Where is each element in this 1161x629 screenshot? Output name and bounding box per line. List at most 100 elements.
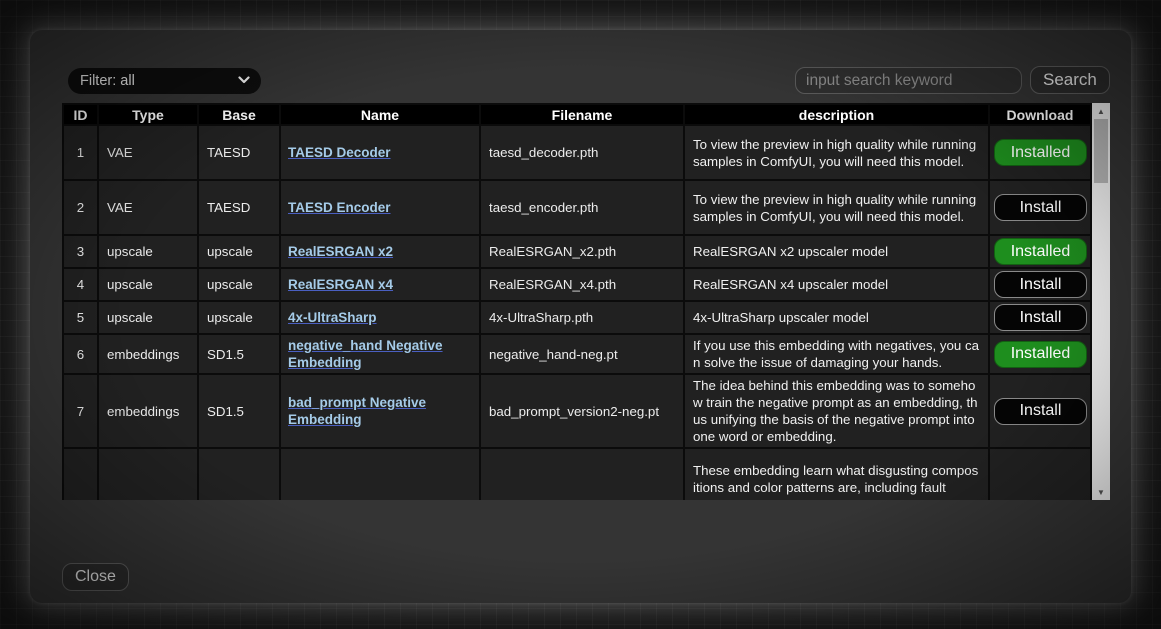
cell-id: 3 xyxy=(64,236,97,267)
cell-name: TAESD Decoder xyxy=(281,126,479,179)
cell-description: These embedding learn what disgusting co… xyxy=(685,449,988,500)
download-button[interactable]: Installed xyxy=(994,341,1087,368)
download-button[interactable]: Installed xyxy=(994,139,1087,166)
cell-filename xyxy=(481,449,683,500)
cell-base: SD1.5 xyxy=(199,375,279,447)
cell-filename: negative_hand-neg.pt xyxy=(481,335,683,373)
cell-name: negative_hand Negative Embedding xyxy=(281,335,479,373)
cell-filename: 4x-UltraSharp.pth xyxy=(481,302,683,333)
cell-filename: bad_prompt_version2-neg.pt xyxy=(481,375,683,447)
close-button[interactable]: Close xyxy=(62,563,129,591)
column-header-type: Type xyxy=(99,105,197,124)
table-row: 2 VAE TAESD TAESD Encoder taesd_encoder.… xyxy=(64,181,1090,234)
cell-base: SD1.5 xyxy=(199,335,279,373)
cell-id: 6 xyxy=(64,335,97,373)
cell-download: Installed xyxy=(990,335,1090,373)
table-scrollbar[interactable]: ▲ ▼ xyxy=(1092,103,1110,500)
scrollbar-thumb[interactable] xyxy=(1094,119,1108,183)
cell-description: RealESRGAN x4 upscaler model xyxy=(685,269,988,300)
cell-type xyxy=(99,449,197,500)
cell-name: bad_prompt Negative Embedding xyxy=(281,375,479,447)
column-header-base: Base xyxy=(199,105,279,124)
model-name-link[interactable]: 4x-UltraSharp xyxy=(288,310,377,325)
cell-type: upscale xyxy=(99,269,197,300)
table-row: 5 upscale upscale 4x-UltraSharp 4x-Ultra… xyxy=(64,302,1090,333)
download-button[interactable]: Install xyxy=(994,194,1087,221)
filter-select[interactable]: Filter: all xyxy=(68,68,261,94)
cell-filename: RealESRGAN_x4.pth xyxy=(481,269,683,300)
cell-description: If you use this embedding with negatives… xyxy=(685,335,988,373)
table-row: 1 VAE TAESD TAESD Decoder taesd_decoder.… xyxy=(64,126,1090,179)
cell-type: embeddings xyxy=(99,335,197,373)
cell-base: TAESD xyxy=(199,181,279,234)
column-header-description: description xyxy=(685,105,988,124)
model-name-link[interactable]: TAESD Decoder xyxy=(288,145,391,160)
cell-base: upscale xyxy=(199,302,279,333)
download-button[interactable]: Install xyxy=(994,271,1087,298)
search-input[interactable] xyxy=(795,67,1022,94)
cell-id: 1 xyxy=(64,126,97,179)
cell-description: To view the preview in high quality whil… xyxy=(685,181,988,234)
cell-filename: taesd_encoder.pth xyxy=(481,181,683,234)
cell-id: 5 xyxy=(64,302,97,333)
cell-base: TAESD xyxy=(199,126,279,179)
graph-canvas: Filter: all Search ID Type Base Name xyxy=(0,0,1161,629)
cell-filename: taesd_decoder.pth xyxy=(481,126,683,179)
table-row: These embedding learn what disgusting co… xyxy=(64,449,1090,500)
cell-name: TAESD Encoder xyxy=(281,181,479,234)
table-row: 7 embeddings SD1.5 bad_prompt Negative E… xyxy=(64,375,1090,447)
cell-base: upscale xyxy=(199,269,279,300)
cell-description: RealESRGAN x2 upscaler model xyxy=(685,236,988,267)
model-name-link[interactable]: negative_hand Negative Embedding xyxy=(288,338,443,370)
table-header-row: ID Type Base Name Filename description D… xyxy=(64,105,1090,124)
cell-description: 4x-UltraSharp upscaler model xyxy=(685,302,988,333)
cell-name xyxy=(281,449,479,500)
cell-name: 4x-UltraSharp xyxy=(281,302,479,333)
cell-type: upscale xyxy=(99,236,197,267)
cell-base: upscale xyxy=(199,236,279,267)
filter-select-value: Filter: all xyxy=(80,73,135,89)
cell-type: embeddings xyxy=(99,375,197,447)
scroll-down-icon[interactable]: ▼ xyxy=(1092,484,1110,500)
cell-id: 4 xyxy=(64,269,97,300)
cell-id xyxy=(64,449,97,500)
column-header-id: ID xyxy=(64,105,97,124)
column-header-filename: Filename xyxy=(481,105,683,124)
model-name-link[interactable]: TAESD Encoder xyxy=(288,200,391,215)
cell-download: Installed xyxy=(990,126,1090,179)
cell-description: To view the preview in high quality whil… xyxy=(685,126,988,179)
cell-name: RealESRGAN x2 xyxy=(281,236,479,267)
cell-download: Install xyxy=(990,375,1090,447)
cell-download: Installed xyxy=(990,236,1090,267)
cell-download xyxy=(990,449,1090,500)
cell-name: RealESRGAN x4 xyxy=(281,269,479,300)
model-name-link[interactable]: bad_prompt Negative Embedding xyxy=(288,395,426,427)
cell-type: VAE xyxy=(99,181,197,234)
cell-type: VAE xyxy=(99,126,197,179)
table-row: 4 upscale upscale RealESRGAN x4 RealESRG… xyxy=(64,269,1090,300)
models-table-container: ID Type Base Name Filename description D… xyxy=(62,103,1092,500)
cell-download: Install xyxy=(990,302,1090,333)
cell-description: The idea behind this embedding was to so… xyxy=(685,375,988,447)
cell-filename: RealESRGAN_x2.pth xyxy=(481,236,683,267)
models-table: ID Type Base Name Filename description D… xyxy=(62,103,1092,500)
download-button[interactable]: Installed xyxy=(994,238,1087,265)
table-row: 6 embeddings SD1.5 negative_hand Negativ… xyxy=(64,335,1090,373)
cell-download: Install xyxy=(990,181,1090,234)
cell-download: Install xyxy=(990,269,1090,300)
download-button[interactable]: Install xyxy=(994,398,1087,425)
cell-id: 7 xyxy=(64,375,97,447)
scroll-up-icon[interactable]: ▲ xyxy=(1092,103,1110,119)
cell-base xyxy=(199,449,279,500)
column-header-name: Name xyxy=(281,105,479,124)
column-header-download: Download xyxy=(990,105,1090,124)
table-row: 3 upscale upscale RealESRGAN x2 RealESRG… xyxy=(64,236,1090,267)
chevron-down-icon xyxy=(238,76,250,84)
cell-id: 2 xyxy=(64,181,97,234)
model-manager-dialog: Filter: all Search ID Type Base Name xyxy=(30,30,1131,603)
download-button[interactable]: Install xyxy=(994,304,1087,331)
model-name-link[interactable]: RealESRGAN x4 xyxy=(288,277,393,292)
search-button[interactable]: Search xyxy=(1030,66,1110,94)
model-name-link[interactable]: RealESRGAN x2 xyxy=(288,244,393,259)
cell-type: upscale xyxy=(99,302,197,333)
